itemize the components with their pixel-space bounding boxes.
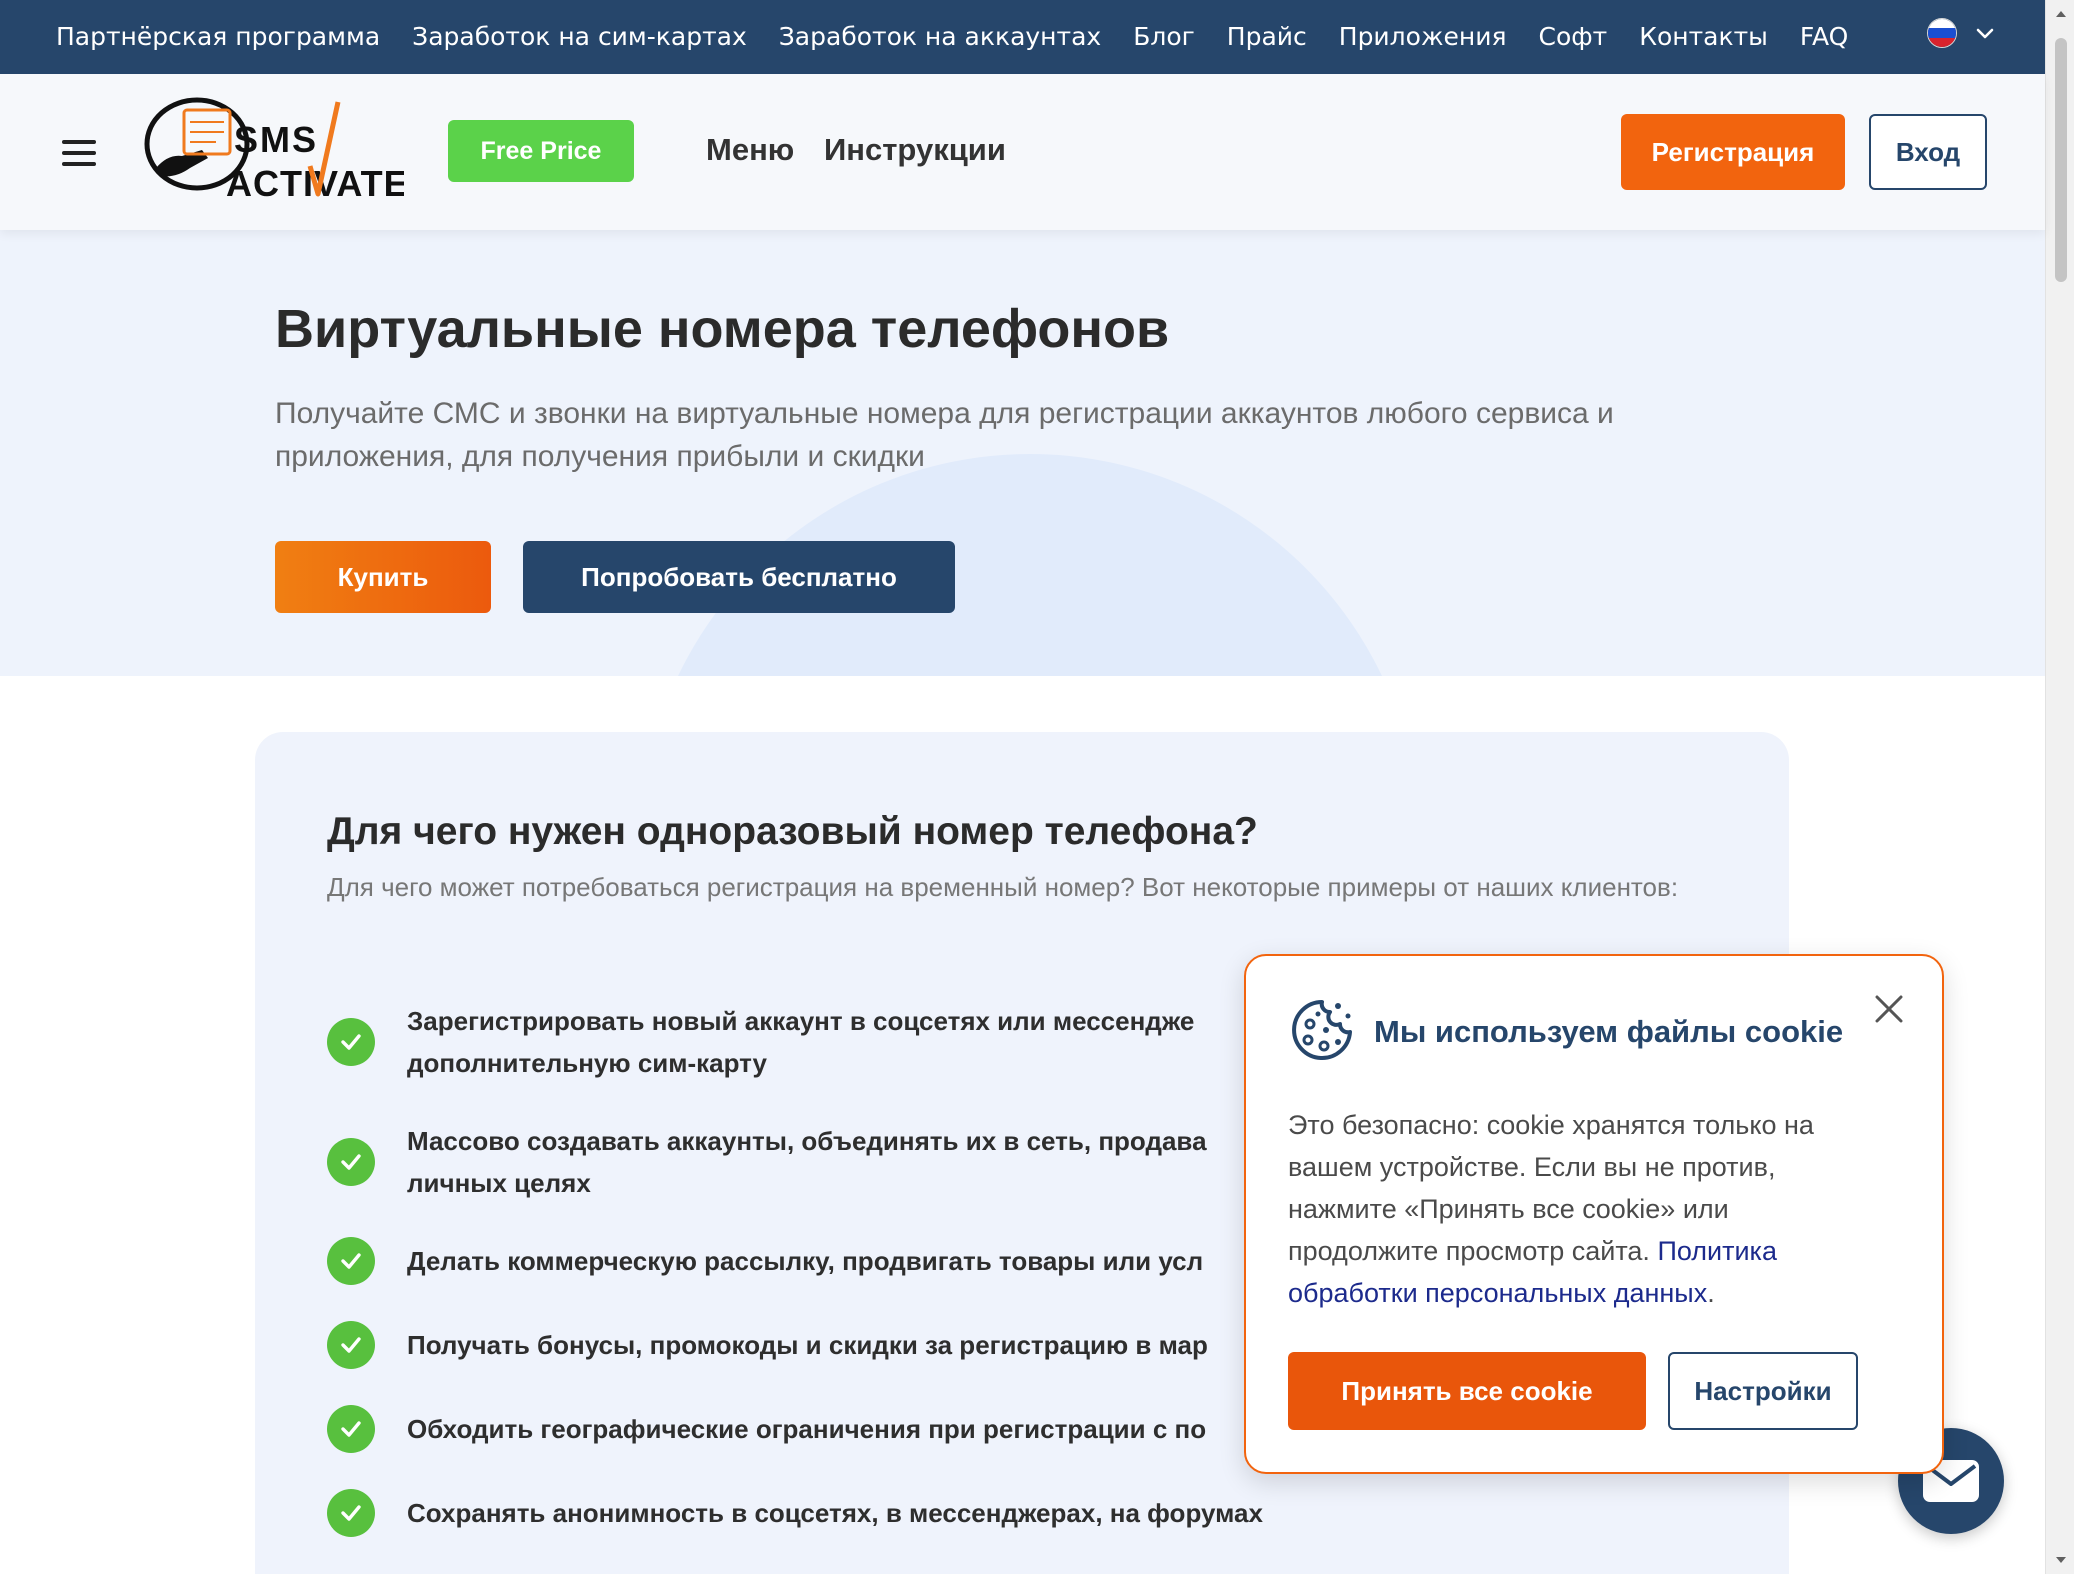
nav-link-partner[interactable]: Партнёрская программа bbox=[56, 0, 380, 74]
check-icon bbox=[327, 1489, 375, 1537]
cookie-title: Мы используем файлы cookie bbox=[1374, 1014, 1844, 1049]
nav-link-software[interactable]: Софт bbox=[1539, 0, 1608, 74]
chevron-down-icon bbox=[1976, 28, 1994, 39]
nav-link-faq[interactable]: FAQ bbox=[1800, 0, 1848, 74]
page-scrollbar[interactable] bbox=[2045, 0, 2074, 1574]
russia-flag-icon bbox=[1927, 18, 1957, 48]
instructions-link[interactable]: Инструкции bbox=[824, 132, 1006, 168]
cookie-settings-button[interactable]: Настройки bbox=[1668, 1352, 1858, 1430]
nav-link-price[interactable]: Прайс bbox=[1227, 0, 1307, 74]
hero-section: Виртуальные номера телефонов Получайте С… bbox=[0, 230, 2045, 676]
hamburger-menu-icon[interactable] bbox=[62, 140, 96, 166]
check-icon bbox=[327, 1237, 375, 1285]
scroll-up-icon[interactable] bbox=[2053, 6, 2069, 22]
buy-button[interactable]: Купить bbox=[275, 541, 491, 613]
cookie-icon bbox=[1292, 1000, 1352, 1060]
menu-link[interactable]: Меню bbox=[706, 132, 794, 168]
scrollbar-thumb[interactable] bbox=[2055, 38, 2067, 282]
nav-link-account-earnings[interactable]: Заработок на аккаунтах bbox=[779, 0, 1101, 74]
section-title: Для чего нужен одноразовый номер телефон… bbox=[327, 810, 1258, 853]
register-button[interactable]: Регистрация bbox=[1621, 114, 1845, 190]
hero-subtitle: Получайте СМС и звонки на виртуальные но… bbox=[275, 397, 1614, 473]
check-icon bbox=[327, 1018, 375, 1066]
language-selector[interactable] bbox=[1927, 18, 1995, 48]
nav-link-sim-earnings[interactable]: Заработок на сим-картах bbox=[412, 0, 747, 74]
nav-link-contacts[interactable]: Контакты bbox=[1639, 0, 1768, 74]
list-item: Сохранять анонимность в соцсетях, в месс… bbox=[327, 1489, 1587, 1537]
login-button[interactable]: Вход bbox=[1869, 114, 1987, 190]
list-item-text: Сохранять анонимность в соцсетях, в месс… bbox=[407, 1498, 1263, 1528]
site-header: SMS ACTIVATE Free Price Меню Инструкции … bbox=[0, 74, 2045, 230]
check-icon bbox=[327, 1405, 375, 1453]
check-icon bbox=[327, 1321, 375, 1369]
sms-activate-logo[interactable]: SMS ACTIVATE bbox=[142, 96, 404, 206]
scroll-down-icon[interactable] bbox=[2053, 1552, 2069, 1568]
nav-link-apps[interactable]: Приложения bbox=[1339, 0, 1507, 74]
hero-title: Виртуальные номера телефонов bbox=[275, 299, 1170, 359]
accept-cookies-button[interactable]: Принять все cookie bbox=[1288, 1352, 1646, 1430]
close-icon[interactable] bbox=[1872, 992, 1906, 1026]
cookie-text: Это безопасно: cookie хранятся только на… bbox=[1288, 1110, 1814, 1308]
section-subtitle: Для чего может потребоваться регистрация… bbox=[327, 872, 1679, 902]
try-free-button[interactable]: Попробовать бесплатно bbox=[523, 541, 955, 613]
cookie-consent-dialog: Мы используем файлы cookie Это безопасно… bbox=[1244, 954, 1944, 1474]
svg-text:SMS: SMS bbox=[234, 119, 318, 160]
top-navigation: Партнёрская программа Заработок на сим-к… bbox=[0, 0, 2045, 74]
check-icon bbox=[327, 1138, 375, 1186]
nav-link-blog[interactable]: Блог bbox=[1133, 0, 1195, 74]
free-price-button[interactable]: Free Price bbox=[448, 120, 634, 182]
